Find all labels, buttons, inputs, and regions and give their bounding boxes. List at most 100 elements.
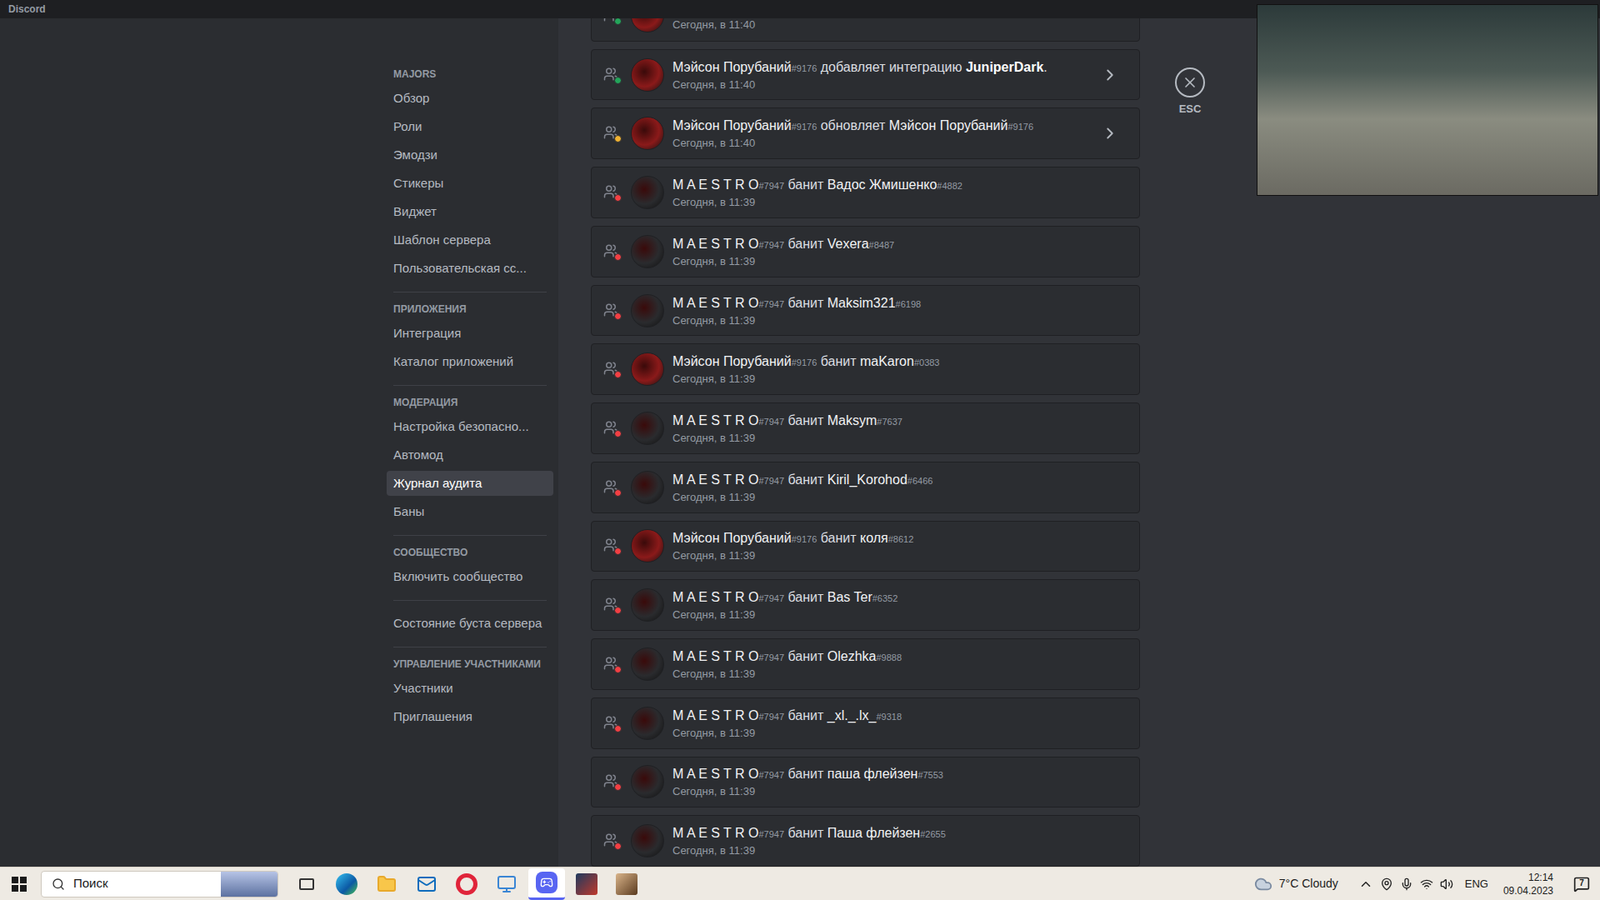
taskbar-app[interactable] [368, 868, 405, 900]
close-button[interactable]: ESC [1173, 67, 1207, 867]
sidebar-header: МОДЕРАЦИЯ [386, 395, 554, 410]
sidebar-section: УПРАВЛЕНИЕ УЧАСТНИКАМИУчастникиПриглашен… [386, 639, 554, 733]
actor-name[interactable]: M A E S T R O [672, 295, 759, 310]
actor-tag: #7947 [758, 240, 785, 250]
target-name[interactable]: паша флейзен [827, 766, 919, 781]
target-name[interactable]: maKaron [860, 354, 915, 369]
notifications[interactable]: 7 [1571, 874, 1592, 895]
target-name[interactable]: _xl._.lx_ [827, 708, 877, 723]
sidebar-item[interactable]: Интеграция [386, 320, 554, 346]
actor-name[interactable]: M A E S T R O [672, 413, 759, 428]
target-name[interactable]: Bas Ter [827, 590, 873, 605]
audit-log-entry[interactable]: Мэйсон Порубаний#9176 добавляет интеграц… [590, 49, 1140, 101]
audit-log-entry: M A E S T R O#7947 банит _xl._.lx_#9318С… [590, 697, 1140, 750]
audit-log-entry: M A E S T R O#7947 банит Kiril_Korohod#6… [590, 461, 1140, 514]
actor-tag: #7947 [758, 299, 785, 310]
entry-badge-icon [614, 370, 622, 379]
sidebar-item[interactable]: Автомод [386, 442, 554, 468]
target-name[interactable]: Вадос Жмишенко [827, 177, 938, 192]
sidebar-item[interactable]: Шаблон сервера [386, 227, 554, 253]
target-name[interactable]: Мэйсон Порубаний [889, 118, 1009, 133]
entry-title: M A E S T R O#7947 банит Vexera#8487 [672, 235, 1128, 255]
actor-name[interactable]: M A E S T R O [672, 590, 759, 605]
target-name[interactable]: Vexera [827, 236, 870, 251]
avatar [630, 411, 665, 445]
stream-preview[interactable] [1256, 4, 1599, 196]
sidebar-item[interactable]: Настройка безопасно... [386, 414, 554, 440]
sidebar-item[interactable]: Роли [386, 114, 554, 140]
actor-tag: #7947 [758, 770, 785, 780]
sidebar-item[interactable]: Журнал аудита [386, 470, 554, 496]
sidebar-item[interactable]: Баны [386, 499, 554, 525]
actor-name[interactable]: M A E S T R O [672, 708, 759, 723]
entry-title: Мэйсон Порубаний#9176 банит коля#8612 [672, 529, 1128, 549]
target-name[interactable]: Maksym [827, 413, 878, 428]
actor-tag: #7947 [758, 416, 785, 427]
start-button[interactable] [0, 867, 39, 900]
sidebar-item[interactable]: Пользовательская сс... [386, 255, 554, 281]
target-name[interactable]: Паша флейзен [827, 825, 920, 840]
taskbar-app[interactable] [328, 868, 365, 900]
sidebar-item[interactable]: Участники [386, 675, 554, 701]
taskbar-app[interactable] [288, 868, 325, 900]
target-name[interactable]: Kiril_Korohod [827, 472, 908, 487]
weather-widget[interactable]: 7°C Cloudy [1254, 875, 1339, 894]
actor-tag: #7947 [758, 829, 785, 840]
sidebar-item[interactable]: Состояние буста сервера [386, 610, 554, 636]
taskbar-app[interactable] [408, 868, 445, 900]
audit-log-entry: M A E S T R O#7947 банит Паша флейзен#26… [590, 815, 1140, 867]
target-name[interactable]: Maksim321 [827, 295, 896, 310]
entry-time: Сегодня, в 11:39 [672, 313, 1128, 328]
actor-name[interactable]: M A E S T R O [672, 649, 759, 664]
target-tag: #8487 [869, 240, 895, 250]
sidebar-header: MAJORS [386, 67, 554, 81]
actor-name[interactable]: M A E S T R O [672, 825, 759, 840]
expand-chevron-icon[interactable] [1100, 65, 1120, 85]
target-name[interactable]: коля [860, 530, 889, 545]
taskbar-app[interactable] [568, 868, 605, 900]
actor-name[interactable]: M A E S T R O [672, 236, 759, 251]
taskbar-app[interactable] [448, 868, 485, 900]
entry-time: Сегодня, в 11:40 [672, 18, 1128, 32]
sidebar-item[interactable]: Стикеры [386, 170, 554, 196]
audit-log-entry[interactable]: Мэйсон Порубаний#9176 обновляет Мэйсон П… [590, 107, 1140, 160]
edge-icon [335, 873, 358, 895]
sidebar-item[interactable]: Включить сообщество [386, 564, 554, 590]
actor-name[interactable]: M A E S T R O [672, 766, 759, 781]
actor-tag: #7947 [758, 593, 785, 604]
sidebar-item[interactable]: Эмодзи [386, 142, 554, 168]
actor-name[interactable]: M A E S T R O [672, 472, 759, 487]
sidebar-separator [393, 600, 547, 601]
entry-badge-icon [614, 135, 622, 143]
sidebar-section: MAJORS Обзор РолиЭмодзиСтикеры ВиджетШаблон… [386, 67, 554, 285]
target-name[interactable]: JuniperDark [965, 60, 1044, 75]
actor-name[interactable]: Мэйсон Порубаний [672, 118, 792, 133]
entry-type-icon [603, 66, 620, 84]
entry-type-icon [603, 715, 620, 732]
entry-badge-icon [614, 430, 622, 438]
sidebar-item[interactable]: Обзор [386, 85, 554, 111]
audit-log-entry: M A E S T R O#7947 банит Вадос Жмишенко#… [590, 166, 1140, 219]
sidebar-item[interactable]: Каталог приложений [386, 349, 554, 375]
taskbar-app[interactable] [528, 868, 565, 900]
language-indicator[interactable]: ENG [1465, 875, 1489, 893]
actor-name[interactable]: Мэйсон Порубаний [672, 530, 792, 545]
sidebar-item[interactable]: Приглашения [386, 704, 554, 730]
taskbar-search[interactable]: Поиск [40, 870, 279, 898]
actor-name[interactable]: Мэйсон Порубаний [672, 60, 792, 75]
sidebar-item[interactable]: Виджет [386, 199, 554, 225]
actor-name[interactable]: M A E S T R O [672, 177, 759, 192]
taskbar-app[interactable] [488, 868, 525, 900]
target-tag: #9888 [875, 652, 902, 663]
target-name[interactable]: Olezhka [827, 649, 877, 664]
location-icon [1380, 877, 1394, 891]
clock[interactable]: 12:1409.04.2023 [1503, 870, 1554, 898]
expand-chevron-icon[interactable] [1100, 124, 1120, 143]
actor-name[interactable]: Мэйсон Порубаний [672, 354, 792, 369]
entry-time: Сегодня, в 11:39 [672, 430, 1128, 445]
entry-badge-icon [614, 547, 622, 555]
sidebar-section: ПРИЛОЖЕНИЯИнтеграцияКаталог приложений [386, 284, 554, 378]
taskbar-app[interactable] [608, 868, 645, 900]
tray-chevron-icon[interactable] [1358, 876, 1374, 892]
entry-type-icon [603, 832, 620, 850]
